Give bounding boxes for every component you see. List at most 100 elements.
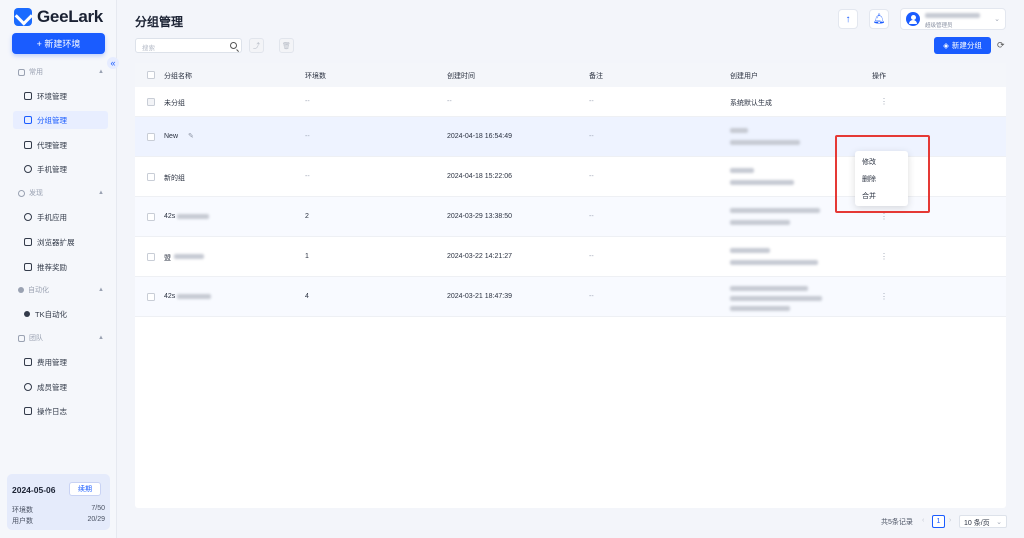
sidebar-section-common[interactable]: 常用 ▲ <box>18 66 104 78</box>
chevron-down-icon: ⌄ <box>994 16 1000 23</box>
redacted-user <box>730 168 754 173</box>
more-icon[interactable]: ⋮ <box>880 252 888 261</box>
column-header: 备注 <box>589 73 603 80</box>
redacted-user <box>730 220 790 225</box>
upload-icon[interactable]: ↑ <box>838 9 858 29</box>
sidebar-section-team[interactable]: 团队 ▲ <box>18 332 104 344</box>
redacted-user <box>730 140 800 145</box>
row-checkbox <box>147 98 155 106</box>
row-checkbox[interactable] <box>147 133 155 141</box>
redacted-name <box>177 214 209 219</box>
redacted-user <box>730 128 748 133</box>
sidebar-item-billing[interactable]: 费用管理 <box>13 353 108 371</box>
redacted-user <box>730 306 790 311</box>
chevron-up-icon: ▲ <box>98 190 104 196</box>
document-icon <box>24 407 32 415</box>
geelark-logo-icon <box>14 8 32 26</box>
layers-icon: ◈ <box>943 41 949 50</box>
compass-icon <box>18 189 25 197</box>
sidebar-item-phone-apps[interactable]: 手机应用 <box>13 208 108 226</box>
sidebar-item-proxies[interactable]: 代理管理 <box>13 136 108 154</box>
plan-expiry-date: 2024-05-06 <box>12 485 56 495</box>
plan-env-count: 环境数 7/50 <box>12 505 105 514</box>
user-name-redacted <box>925 13 980 18</box>
new-environment-button[interactable]: + 新建环境 <box>12 33 105 54</box>
logo[interactable]: GeeLark <box>14 7 103 27</box>
sidebar-item-tk-automation[interactable]: TK自动化 <box>13 305 108 323</box>
sidebar: GeeLark + 新建环境 常用 ▲ 环境管理 分组管理 代理管理 手机管理 发… <box>0 0 117 538</box>
user-icon <box>24 383 32 391</box>
gift-icon <box>24 263 32 271</box>
home-icon <box>18 68 25 76</box>
row-checkbox[interactable] <box>147 173 155 181</box>
search-icon[interactable] <box>230 42 237 49</box>
sidebar-item-environments[interactable]: 环境管理 <box>13 87 108 105</box>
automation-icon <box>18 287 24 293</box>
page-number[interactable]: 1 <box>932 515 945 528</box>
redacted-name <box>177 294 211 299</box>
sidebar-item-operation-logs[interactable]: 操作日志 <box>13 402 108 420</box>
chevron-down-icon: ⌄ <box>996 519 1002 526</box>
sidebar-section-discover[interactable]: 发现 ▲ <box>18 187 104 199</box>
column-header: 操作 <box>872 73 886 80</box>
renew-button[interactable]: 续期 <box>69 482 101 496</box>
chevron-up-icon: ▲ <box>98 335 104 341</box>
table-row[interactable]: 盟 1 2024-03-22 14:21:27 -- ⋮ <box>135 237 1006 277</box>
search-input[interactable]: 搜索 <box>135 38 242 53</box>
page-title: 分组管理 <box>135 15 184 29</box>
table-row[interactable]: 未分组 -- -- -- 系统默认生成 ⋮ <box>135 87 1006 117</box>
page-size-select[interactable]: 10 条/页 ⌄ <box>959 515 1007 528</box>
refresh-icon[interactable]: ⟳ <box>997 40 1005 51</box>
more-icon[interactable]: ⋮ <box>880 292 888 301</box>
tiktok-icon <box>24 311 30 317</box>
trash-icon[interactable]: 🗑︎ <box>279 38 294 53</box>
new-group-button[interactable]: ◈ 新建分组 <box>934 37 991 54</box>
groups-table: 分组名称 环境数 创建时间 备注 创建用户 操作 未分组 -- -- -- 系统… <box>135 63 1006 508</box>
sidebar-item-browser-extensions[interactable]: 浏览器扩展 <box>13 233 108 251</box>
logo-text: GeeLark <box>37 7 103 26</box>
table-header: 分组名称 环境数 创建时间 备注 创建用户 操作 <box>135 63 1006 87</box>
redacted-user <box>730 286 808 291</box>
puzzle-icon <box>24 238 32 246</box>
table-row[interactable]: 42s 4 2024-03-21 18:47:39 -- ⋮ <box>135 277 1006 317</box>
redacted-user <box>730 248 770 253</box>
plan-card: 2024-05-06 续期 环境数 7/50 用户数 20/29 <box>7 474 110 530</box>
redacted-user <box>730 208 820 213</box>
column-header: 创建时间 <box>447 73 475 80</box>
plan-user-count: 用户数 20/29 <box>12 516 105 525</box>
avatar <box>906 12 920 26</box>
next-page-icon[interactable]: › <box>949 517 951 524</box>
user-menu[interactable]: 超级管理员 ⌄ <box>900 8 1006 30</box>
list-icon <box>24 116 32 124</box>
sidebar-item-phones[interactable]: 手机管理 <box>13 160 108 178</box>
more-icon[interactable]: ⋮ <box>880 97 888 106</box>
wallet-icon <box>24 358 32 366</box>
total-records: 共5条记录 <box>881 519 913 526</box>
user-role: 超级管理员 <box>925 23 953 29</box>
environment-icon <box>24 92 32 100</box>
prev-page-icon[interactable]: ‹ <box>922 517 924 524</box>
more-icon[interactable]: ⋮ <box>880 212 888 221</box>
column-header: 分组名称 <box>164 73 192 80</box>
sidebar-section-automation[interactable]: 自动化 ▲ <box>18 284 104 296</box>
phone-icon <box>24 165 32 173</box>
collapse-sidebar-icon[interactable]: « <box>107 57 119 69</box>
sidebar-item-referral-rewards[interactable]: 推荐奖励 <box>13 258 108 276</box>
edit-pencil-icon[interactable]: ✎ <box>188 132 194 140</box>
column-header: 环境数 <box>305 73 326 80</box>
redacted-user <box>730 260 818 265</box>
redacted-user <box>730 180 794 185</box>
team-icon <box>18 334 25 342</box>
bell-icon[interactable]: 🔔︎ <box>869 9 889 29</box>
app-icon <box>24 213 32 221</box>
row-checkbox[interactable] <box>147 293 155 301</box>
column-header: 创建用户 <box>730 73 758 80</box>
row-checkbox[interactable] <box>147 213 155 221</box>
row-checkbox[interactable] <box>147 253 155 261</box>
redacted-name <box>174 254 204 259</box>
sidebar-item-groups[interactable]: 分组管理 <box>13 111 108 129</box>
select-all-checkbox[interactable] <box>147 71 155 79</box>
sidebar-item-members[interactable]: 成员管理 <box>13 378 108 396</box>
chevron-up-icon: ▲ <box>98 287 104 293</box>
share-icon[interactable]: ⤴ <box>249 38 264 53</box>
